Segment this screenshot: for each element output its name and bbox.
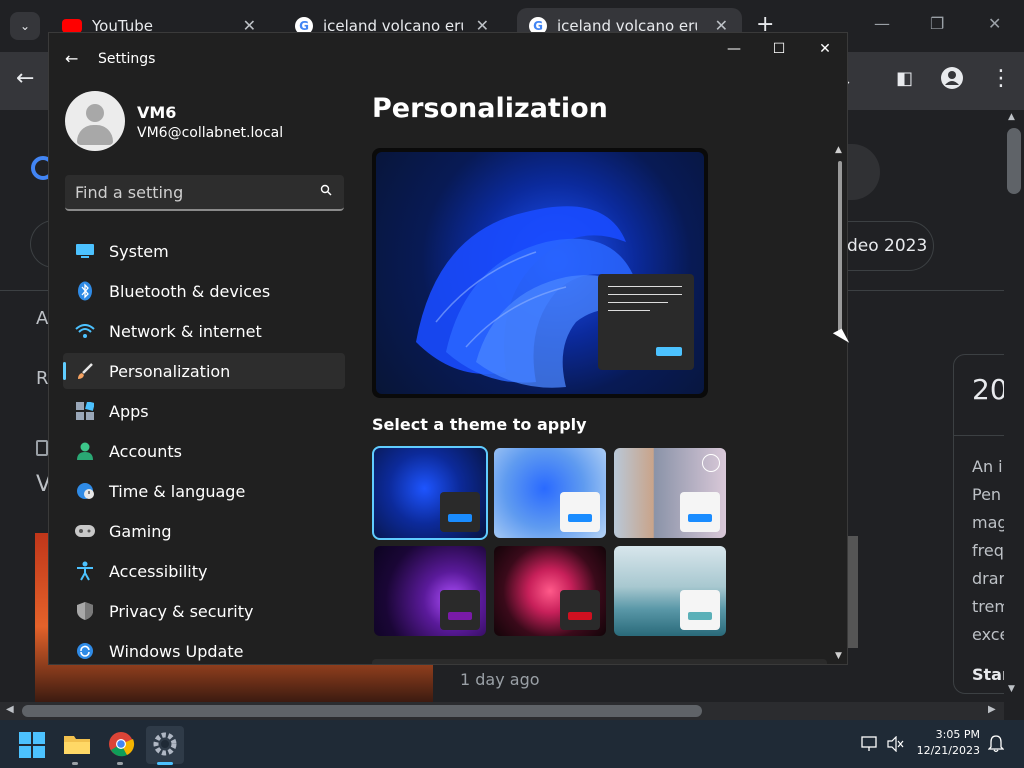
sidebar-item-gaming[interactable]: Gaming: [63, 513, 345, 549]
scroll-right-icon[interactable]: ▶: [988, 704, 996, 715]
chevron-down-icon: ⌄: [19, 19, 31, 33]
nav-label: Privacy & security: [109, 601, 254, 621]
settings-titlebar[interactable]: ← Settings — ☐ ✕: [49, 33, 847, 85]
search-icon[interactable]: [320, 184, 332, 196]
nav-label: Network & internet: [109, 321, 262, 341]
close-icon[interactable]: ✕: [988, 14, 1001, 33]
profile-name: VM6: [137, 103, 177, 122]
sidebar-item-windows-update[interactable]: Windows Update: [63, 633, 345, 664]
nav-label: Time & language: [109, 481, 246, 501]
clock-time: 3:05 PM: [935, 728, 980, 741]
shield-icon: [75, 601, 95, 621]
search-box[interactable]: [65, 175, 344, 211]
bg-timestamp: 1 day ago: [460, 670, 540, 689]
side-panel-icon[interactable]: ◧: [896, 68, 913, 89]
back-arrow-icon[interactable]: ←: [16, 66, 34, 91]
sidebar-item-system[interactable]: System: [63, 233, 345, 269]
themes-label: Select a theme to apply: [372, 415, 587, 434]
tab-search-button[interactable]: ⌄: [10, 12, 40, 40]
nav-label: Accessibility: [109, 561, 208, 581]
window-title: Settings: [98, 51, 156, 67]
update-icon: [75, 641, 95, 661]
avatar[interactable]: [65, 91, 125, 151]
page-scrollbar[interactable]: [1004, 110, 1024, 702]
theme-windows-light[interactable]: [494, 448, 606, 538]
maximize-button[interactable]: ☐: [761, 41, 797, 61]
nav-label: Windows Update: [109, 641, 244, 661]
clock[interactable]: 3:05 PM 12/21/2023: [917, 727, 980, 759]
sidebar-item-time-language[interactable]: Time & language: [63, 473, 345, 509]
nav-label: System: [109, 241, 169, 261]
scroll-down-icon[interactable]: ▼: [835, 651, 842, 661]
minimize-icon[interactable]: —: [874, 14, 890, 33]
nav-label: Personalization: [109, 361, 231, 381]
scroll-up-icon[interactable]: ▲: [1008, 112, 1015, 122]
accessibility-icon: [75, 561, 95, 581]
youtube-icon: [62, 19, 82, 33]
horizontal-scrollbar-thumb[interactable]: [22, 705, 702, 717]
brush-icon: [75, 361, 95, 381]
windows-start-icon[interactable]: [19, 732, 47, 760]
minimize-button[interactable]: —: [716, 41, 752, 61]
gaming-icon: [75, 521, 95, 541]
theme-preview: [372, 148, 708, 398]
preview-window-sample: [598, 274, 694, 370]
clock-date: 12/21/2023: [916, 744, 980, 757]
network-icon[interactable]: [861, 736, 879, 752]
nav-label: Gaming: [109, 521, 172, 541]
theme-windows-dark[interactable]: [372, 446, 488, 540]
volume-muted-icon[interactable]: [887, 736, 905, 752]
settings-scrollbar[interactable]: ▲ ▼: [833, 145, 847, 664]
nav-label: Accounts: [109, 441, 182, 461]
profile-email: VM6@collabnet.local: [137, 125, 284, 141]
theme-captured-motion[interactable]: [374, 546, 486, 636]
sidebar-item-accessibility[interactable]: Accessibility: [63, 553, 345, 589]
sidebar-item-network[interactable]: Network & internet: [63, 313, 345, 349]
apps-icon: [75, 401, 95, 421]
sidebar-item-privacy-security[interactable]: Privacy & security: [63, 593, 345, 629]
system-icon: [75, 241, 95, 261]
bg-letter: R: [36, 368, 49, 389]
settings-gear-icon[interactable]: [152, 731, 180, 759]
settings-scrollbar-thumb[interactable]: [838, 161, 842, 333]
theme-flow[interactable]: [494, 546, 606, 636]
bg-letter: A: [36, 308, 49, 329]
file-explorer-icon[interactable]: [64, 732, 92, 760]
scroll-left-icon[interactable]: ◀: [6, 704, 14, 715]
restore-icon[interactable]: ❐: [930, 14, 944, 33]
accounts-icon: [75, 441, 95, 461]
bg-card-heading: 20: [972, 373, 1008, 406]
sidebar-item-personalization[interactable]: Personalization: [63, 353, 345, 389]
sidebar-item-accounts[interactable]: Accounts: [63, 433, 345, 469]
nav-label: Bluetooth & devices: [109, 281, 271, 301]
settings-nav: System Bluetooth & devices Network & int…: [63, 233, 345, 664]
profile-icon[interactable]: [940, 66, 964, 96]
time-language-icon: [75, 481, 95, 501]
nav-label: Apps: [109, 401, 149, 421]
chrome-icon[interactable]: [108, 731, 136, 759]
theme-glow[interactable]: [614, 448, 726, 538]
notification-bell-icon[interactable]: [988, 735, 1004, 753]
spotlight-icon: [702, 454, 720, 472]
sidebar-item-apps[interactable]: Apps: [63, 393, 345, 429]
close-button[interactable]: ✕: [807, 41, 843, 61]
page-title: Personalization: [372, 93, 608, 124]
more-vert-icon[interactable]: ⋮: [990, 66, 1012, 91]
wifi-icon: [75, 321, 95, 341]
back-arrow-icon[interactable]: ←: [65, 49, 78, 68]
page-scrollbar-thumb[interactable]: [1007, 128, 1021, 194]
settings-window: ← Settings — ☐ ✕ VM6 VM6@collabnet.local…: [48, 32, 848, 665]
scroll-up-icon[interactable]: ▲: [835, 145, 842, 155]
bluetooth-icon: [75, 281, 95, 301]
sidebar-item-bluetooth[interactable]: Bluetooth & devices: [63, 273, 345, 309]
search-input[interactable]: [75, 181, 305, 203]
theme-sunrise[interactable]: [614, 546, 726, 636]
scroll-down-icon[interactable]: ▼: [1008, 684, 1015, 694]
